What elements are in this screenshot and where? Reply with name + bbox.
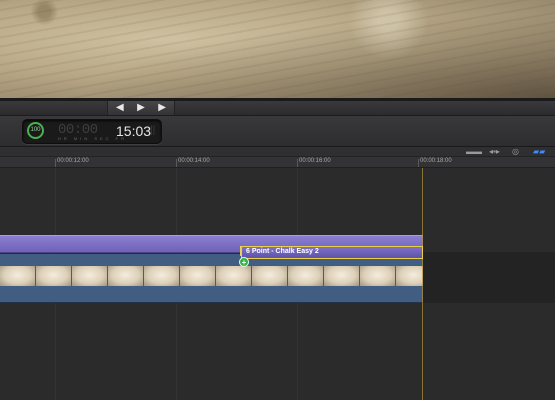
filmstrip-thumbnail — [180, 266, 215, 286]
filmstrip-thumbnail — [0, 266, 35, 286]
viewer-frame — [0, 0, 555, 98]
add-icon: + — [239, 257, 249, 267]
selected-title-clip[interactable]: 6 Point - Chalk Easy 2 — [241, 246, 423, 259]
ruler-label: 00:00:16:00 — [299, 158, 331, 164]
filmstrip-thumbnail — [72, 266, 107, 286]
filmstrip-thumbnail — [108, 266, 143, 286]
background-tasks-gauge-icon[interactable]: 100 — [27, 122, 44, 139]
ruler-tick — [55, 159, 56, 167]
timeline-toolbar: ▬▬ ◂▪▸ ◎ ▰▰ — [0, 147, 555, 157]
filmstrip-thumbnail — [396, 266, 423, 286]
audio-skimming-icon[interactable]: ▬▬ — [466, 147, 482, 156]
transport-bar: ◀ ▶ ▶ — [0, 101, 555, 116]
video-clip[interactable] — [0, 254, 423, 303]
dashboard-timecode-display[interactable]: 100 00:00 15:03 HR MIN SEC FR || — [22, 119, 162, 144]
ruler-label: 00:00:12:00 — [57, 158, 89, 164]
skip-back-icon[interactable]: ◀ — [116, 101, 124, 115]
timeline-empty-region — [423, 252, 555, 303]
ruler-label: 00:00:14:00 — [178, 158, 210, 164]
timeline-ruler[interactable]: 00:00:12:00 00:00:14:00 00:00:16:00 00:0… — [0, 157, 555, 168]
skip-forward-icon[interactable]: ▶ — [158, 101, 166, 115]
filmstrip-thumbnail — [216, 266, 251, 286]
timeline-area[interactable] — [0, 168, 555, 400]
ruler-tick — [418, 159, 419, 167]
filmstrip-thumbnail — [144, 266, 179, 286]
filmstrip-thumbnail — [288, 266, 323, 286]
filmstrip-thumbnail — [360, 266, 395, 286]
solo-icon[interactable]: ◎ — [512, 147, 519, 156]
ruler-tick — [176, 159, 177, 167]
skimming-icon[interactable]: ◂▪▸ — [489, 147, 500, 156]
ruler-tick — [297, 159, 298, 167]
filmstrip-thumbnail — [36, 266, 71, 286]
main-toolbar: 100 00:00 15:03 HR MIN SEC FR || — [0, 116, 555, 147]
filmstrip — [0, 266, 423, 286]
playhead[interactable] — [422, 168, 423, 400]
ruler-label: 00:00:18:00 — [420, 158, 452, 164]
filmstrip-thumbnail — [324, 266, 359, 286]
transport-controls: ◀ ▶ ▶ — [107, 101, 175, 115]
snapping-icon[interactable]: ▰▰ — [533, 147, 545, 156]
filmstrip-thumbnail — [252, 266, 287, 286]
play-icon[interactable]: ▶ — [137, 101, 145, 115]
timecode-units: HR MIN SEC FR — [58, 136, 127, 141]
timecode-tail: || — [150, 125, 156, 136]
